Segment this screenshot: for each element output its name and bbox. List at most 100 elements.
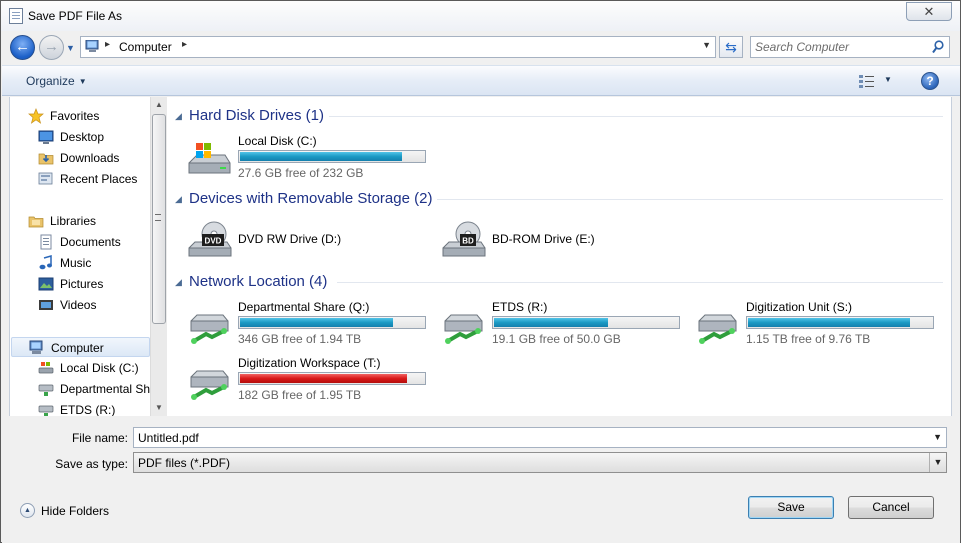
- drive-free-space: 182 GB free of 1.95 TB: [238, 388, 362, 402]
- drive-name: BD-ROM Drive (E:): [492, 232, 595, 246]
- back-button[interactable]: ←: [10, 35, 35, 60]
- nav-etds[interactable]: ETDS (R:): [38, 400, 150, 416]
- refresh-icon: ⇆: [725, 39, 737, 55]
- search-box[interactable]: [750, 36, 950, 58]
- save-button[interactable]: Save: [748, 496, 834, 519]
- help-icon: ?: [926, 74, 934, 88]
- search-input[interactable]: [755, 39, 925, 55]
- nav-scrollbar[interactable]: ▲ ▼: [150, 97, 167, 416]
- drive-etds-r[interactable]: ETDS (R:) 19.1 GB free of 50.0 GB: [440, 300, 690, 350]
- local-disk-icon: [188, 143, 231, 174]
- drive-free-space: 346 GB free of 1.94 TB: [238, 332, 362, 346]
- collapse-triangle-icon[interactable]: ◢: [175, 111, 182, 122]
- nav-pictures[interactable]: Pictures: [38, 274, 148, 294]
- drive-digitization-workspace-t[interactable]: Digitization Workspace (T:) 182 GB free …: [186, 356, 436, 406]
- organize-label: Organize: [26, 74, 75, 88]
- forward-arrow-icon: →: [44, 38, 59, 55]
- chevron-up-icon: ▲: [20, 503, 35, 518]
- refresh-button[interactable]: ⇆: [719, 36, 743, 58]
- svg-text:DVD: DVD: [205, 237, 222, 246]
- nav-downloads[interactable]: Downloads: [38, 148, 148, 168]
- views-icon[interactable]: [859, 74, 875, 88]
- drive-usage-fill: [494, 318, 608, 327]
- recent-locations-dropdown[interactable]: ▼: [66, 43, 75, 53]
- nav-libraries[interactable]: Libraries: [28, 211, 146, 231]
- nav-computer[interactable]: Computer: [11, 337, 150, 357]
- nav-music[interactable]: Music: [38, 253, 148, 273]
- collapse-triangle-icon[interactable]: ◢: [175, 194, 182, 205]
- recent-places-icon: [38, 172, 53, 185]
- drive-local-disk-c[interactable]: Local Disk (C:) 27.6 GB free of 232 GB: [186, 134, 436, 184]
- network-drive-icon: [190, 370, 229, 400]
- address-dropdown-icon[interactable]: ▼: [702, 40, 711, 50]
- command-bar: Organize ▼ ▼ ?: [2, 65, 960, 96]
- libraries-icon: [28, 216, 44, 228]
- nav-label: Videos: [60, 298, 97, 312]
- network-drive-icon: [444, 314, 483, 344]
- help-button[interactable]: ?: [921, 72, 939, 90]
- network-drive-icon: [38, 405, 54, 416]
- drive-usage-bar: [238, 150, 426, 163]
- collapse-triangle-icon[interactable]: ◢: [175, 277, 182, 288]
- group-header-network[interactable]: ◢ Network Location (4): [167, 272, 947, 294]
- save-dialog-window: Save PDF File As ✕ ← → ▼ ▸ Computer ▸ ▼ …: [0, 0, 961, 543]
- cancel-button[interactable]: Cancel: [848, 496, 934, 519]
- chevron-down-icon[interactable]: ▼: [929, 453, 946, 472]
- file-name-input[interactable]: Untitled.pdf ▼: [133, 427, 947, 448]
- scroll-down-icon[interactable]: ▼: [151, 400, 167, 416]
- bd-drive-icon: BD: [442, 221, 486, 257]
- drive-usage-fill: [748, 318, 910, 327]
- pictures-icon: [38, 277, 54, 291]
- organize-menu[interactable]: Organize ▼: [26, 74, 87, 88]
- back-arrow-icon: ←: [15, 38, 30, 55]
- save-type-select[interactable]: PDF files (*.PDF) ▼: [133, 452, 947, 473]
- drive-name: DVD RW Drive (D:): [238, 232, 342, 246]
- group-header-removable[interactable]: ◢ Devices with Removable Storage (2): [167, 189, 947, 211]
- file-name-value: Untitled.pdf: [138, 431, 199, 445]
- nav-recent-places[interactable]: Recent Places: [38, 169, 148, 189]
- local-disk-icon: [38, 362, 54, 374]
- group-header-hard-disks[interactable]: ◢ Hard Disk Drives (1): [167, 106, 947, 128]
- group-divider: [437, 199, 943, 200]
- nav-label: Music: [60, 256, 92, 270]
- close-button[interactable]: ✕: [906, 2, 952, 21]
- group-title: Hard Disk Drives (1): [189, 107, 325, 124]
- breadcrumb-computer[interactable]: Computer: [119, 40, 172, 54]
- music-icon: [39, 255, 52, 270]
- nav-label: Computer: [51, 341, 104, 355]
- drive-free-space: 19.1 GB free of 50.0 GB: [492, 332, 621, 346]
- dvd-drive-icon: DVD: [188, 221, 232, 257]
- views-dropdown-icon[interactable]: ▼: [884, 75, 892, 84]
- group-title: Devices with Removable Storage (2): [189, 190, 433, 207]
- nav-documents[interactable]: Documents: [38, 232, 148, 252]
- network-drive-icon: [190, 314, 229, 344]
- drive-departmental-share-q[interactable]: Departmental Share (Q:) 346 GB free of 1…: [186, 300, 436, 350]
- scroll-up-icon[interactable]: ▲: [151, 97, 167, 113]
- drive-dvd-rw-d[interactable]: DVD DVD RW Drive (D:): [186, 217, 436, 267]
- drive-name: Departmental Share (Q:): [238, 300, 370, 314]
- drive-name: ETDS (R:): [492, 300, 548, 314]
- breadcrumb-separator-icon[interactable]: ▸: [182, 39, 187, 50]
- nav-label: Documents: [60, 235, 121, 249]
- drive-usage-fill: [240, 318, 393, 327]
- nav-desktop[interactable]: Desktop: [38, 127, 148, 147]
- drive-usage-bar: [492, 316, 680, 329]
- drive-bd-rom-e[interactable]: BD BD-ROM Drive (E:): [440, 217, 690, 267]
- breadcrumb-separator-icon[interactable]: ▸: [105, 39, 110, 50]
- downloads-folder-icon: [38, 153, 54, 165]
- address-bar[interactable]: ▸ Computer ▸ ▼: [80, 36, 716, 58]
- nav-favorites[interactable]: Favorites: [28, 106, 146, 126]
- nav-local-disk[interactable]: Local Disk (C:): [38, 358, 150, 378]
- forward-button[interactable]: →: [39, 35, 64, 60]
- chevron-down-icon[interactable]: ▼: [933, 432, 942, 442]
- search-icon[interactable]: [932, 40, 944, 54]
- drive-usage-bar: [238, 316, 426, 329]
- drive-digitization-unit-s[interactable]: Digitization Unit (S:) 1.15 TB free of 9…: [694, 300, 944, 350]
- nav-label: Recent Places: [60, 172, 138, 186]
- nav-videos[interactable]: Videos: [38, 295, 148, 315]
- nav-label: Pictures: [60, 277, 104, 291]
- nav-label: Downloads: [60, 151, 120, 165]
- drive-usage-fill: [240, 152, 402, 161]
- nav-departmental-share[interactable]: Departmental Sh: [38, 379, 150, 399]
- drive-usage-fill: [240, 374, 407, 383]
